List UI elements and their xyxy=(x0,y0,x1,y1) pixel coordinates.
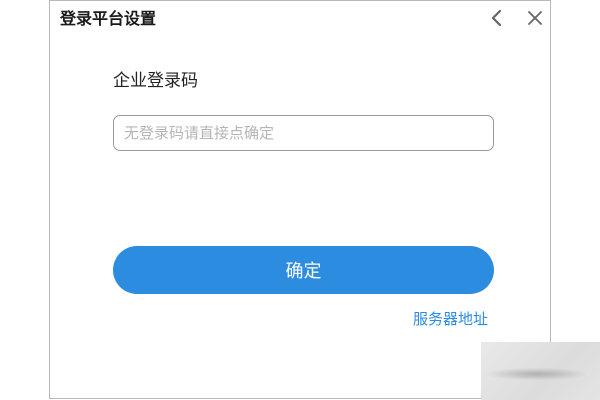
enterprise-login-code-input[interactable] xyxy=(113,115,494,151)
confirm-button[interactable]: 确定 xyxy=(113,246,494,294)
chevron-left-icon xyxy=(491,9,502,27)
back-button[interactable] xyxy=(486,7,508,29)
watermark-smudge xyxy=(489,368,585,380)
login-platform-settings-dialog: 登录平台设置 企业登录码 确定 服务器地址 xyxy=(49,0,551,399)
close-icon xyxy=(528,11,542,25)
server-address-link[interactable]: 服务器地址 xyxy=(413,308,488,330)
enterprise-login-code-label: 企业登录码 xyxy=(113,71,198,91)
dialog-title: 登录平台设置 xyxy=(60,9,157,28)
watermark-overlay xyxy=(481,342,600,400)
close-button[interactable] xyxy=(524,7,546,29)
